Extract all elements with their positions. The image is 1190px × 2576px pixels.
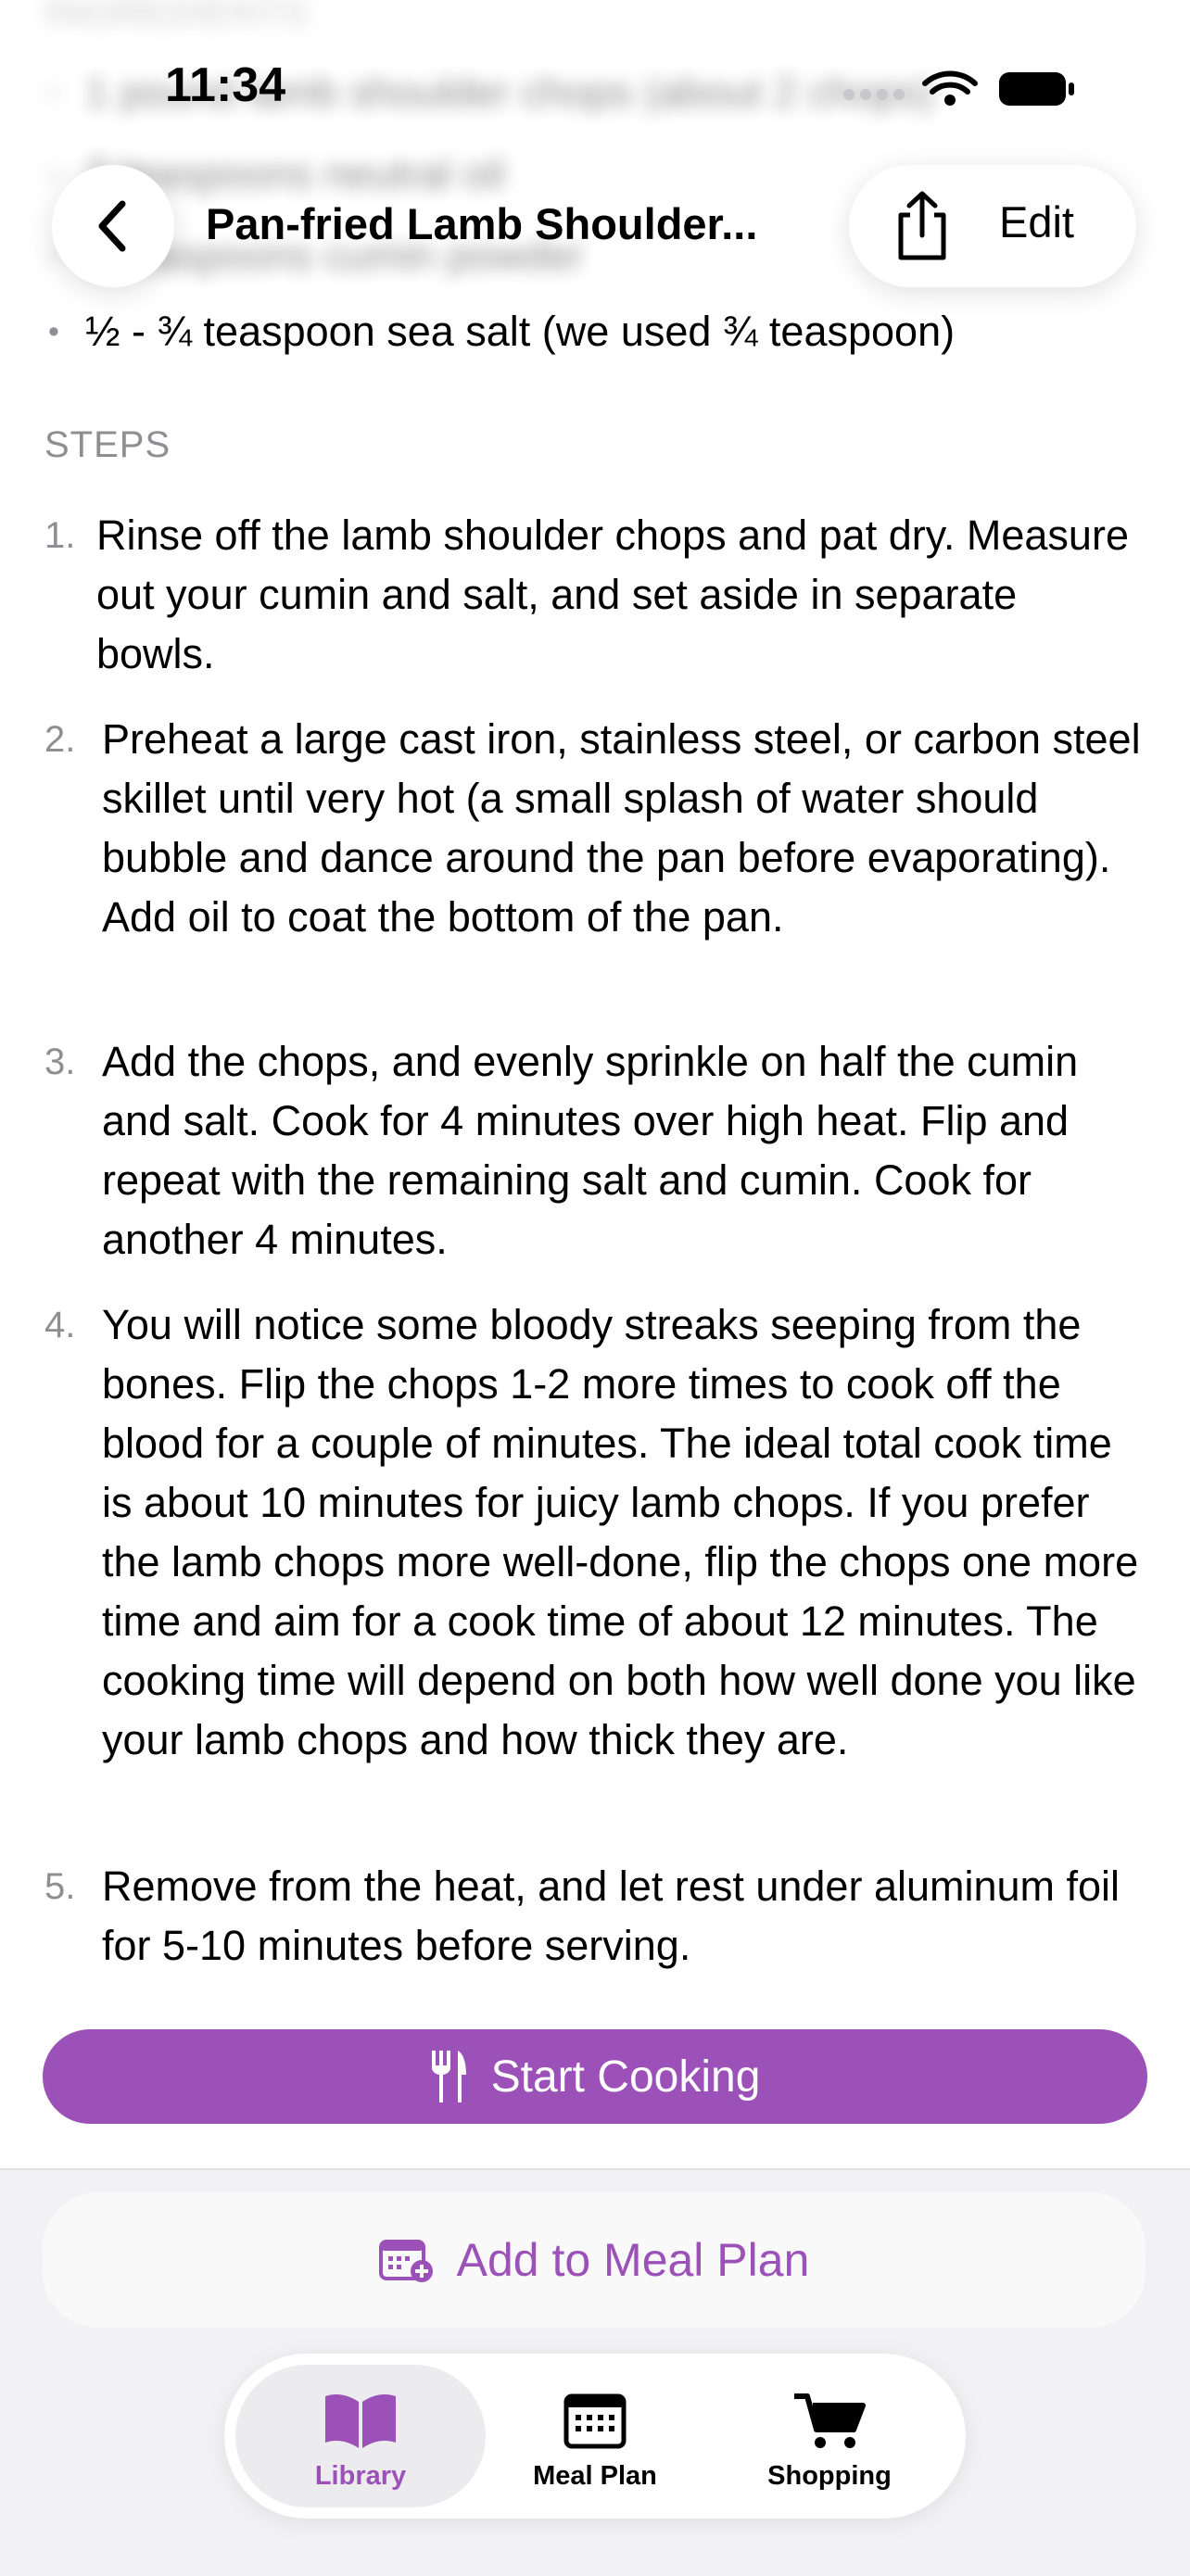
status-icons <box>843 70 1074 106</box>
nav-actions: Edit <box>849 165 1136 287</box>
ingredients-header: INGREDIENTS <box>44 0 309 33</box>
step-text: You will notice some bloody streaks seep… <box>102 1301 1139 1763</box>
bottom-bar: Add to Meal Plan Library Meal Plan Shopp… <box>0 2168 1190 2576</box>
step-text: Rinse off the lamb shoulder chops and pa… <box>96 511 1129 677</box>
share-button[interactable] <box>880 187 964 265</box>
step-text: Add the chops, and evenly sprinkle on ha… <box>102 1038 1079 1263</box>
tab-label: Library <box>314 2461 407 2491</box>
share-icon <box>898 191 946 260</box>
back-button[interactable] <box>52 165 174 287</box>
step-number: 5. <box>44 1866 76 1907</box>
ingredient-text: ½ - ¾ teaspoon sea salt (we used ¾ teasp… <box>85 308 956 355</box>
step-text: Remove from the heat, and let rest under… <box>102 1863 1120 1969</box>
bullet: • <box>48 75 59 110</box>
add-to-meal-plan-button[interactable]: Add to Meal Plan <box>43 2192 1146 2328</box>
start-cooking-button[interactable]: Start Cooking <box>43 2029 1147 2124</box>
tab-meal-plan[interactable]: Meal Plan <box>470 2365 720 2507</box>
tab-shopping[interactable]: Shopping <box>704 2365 955 2507</box>
ingredient-item: • ½ - ¾ teaspoon sea salt (we used ¾ tea… <box>0 302 1190 361</box>
steps-header: STEPS <box>44 424 171 465</box>
step-text: Preheat a large cast iron, stainless ste… <box>102 715 1141 941</box>
start-cooking-label: Start Cooking <box>490 2052 761 2102</box>
book-icon <box>325 2394 396 2448</box>
step-number: 3. <box>44 1042 76 1082</box>
step-number: 4. <box>44 1305 76 1345</box>
bullet: • <box>48 314 59 349</box>
recipe-scroll-content[interactable]: INGREDIENTS • 1 pound lamb shoulder chop… <box>0 0 1190 2168</box>
fork-knife-icon <box>431 2051 466 2102</box>
status-time: 11:34 <box>165 58 286 112</box>
battery-icon <box>999 72 1074 106</box>
tab-bar: Library Meal Plan Shopping <box>224 2354 966 2519</box>
tab-library[interactable]: Library <box>235 2365 486 2507</box>
bullet: • <box>48 157 59 192</box>
add-to-meal-plan-label: Add to Meal Plan <box>456 2234 810 2286</box>
recipe-title: Pan-fried Lamb Shoulder... <box>206 199 758 248</box>
step-number: 2. <box>44 719 76 760</box>
cart-icon <box>794 2393 866 2448</box>
wifi-icon <box>922 70 978 95</box>
tab-label: Shopping <box>767 2461 892 2491</box>
tab-label: Meal Plan <box>533 2461 657 2491</box>
edit-button[interactable]: Edit <box>999 196 1074 247</box>
signal-icon <box>843 89 905 100</box>
calendar-plus-icon <box>378 2240 433 2282</box>
step-number: 1. <box>44 515 76 556</box>
chevron-left-icon <box>98 200 126 252</box>
calendar-icon <box>563 2393 627 2449</box>
